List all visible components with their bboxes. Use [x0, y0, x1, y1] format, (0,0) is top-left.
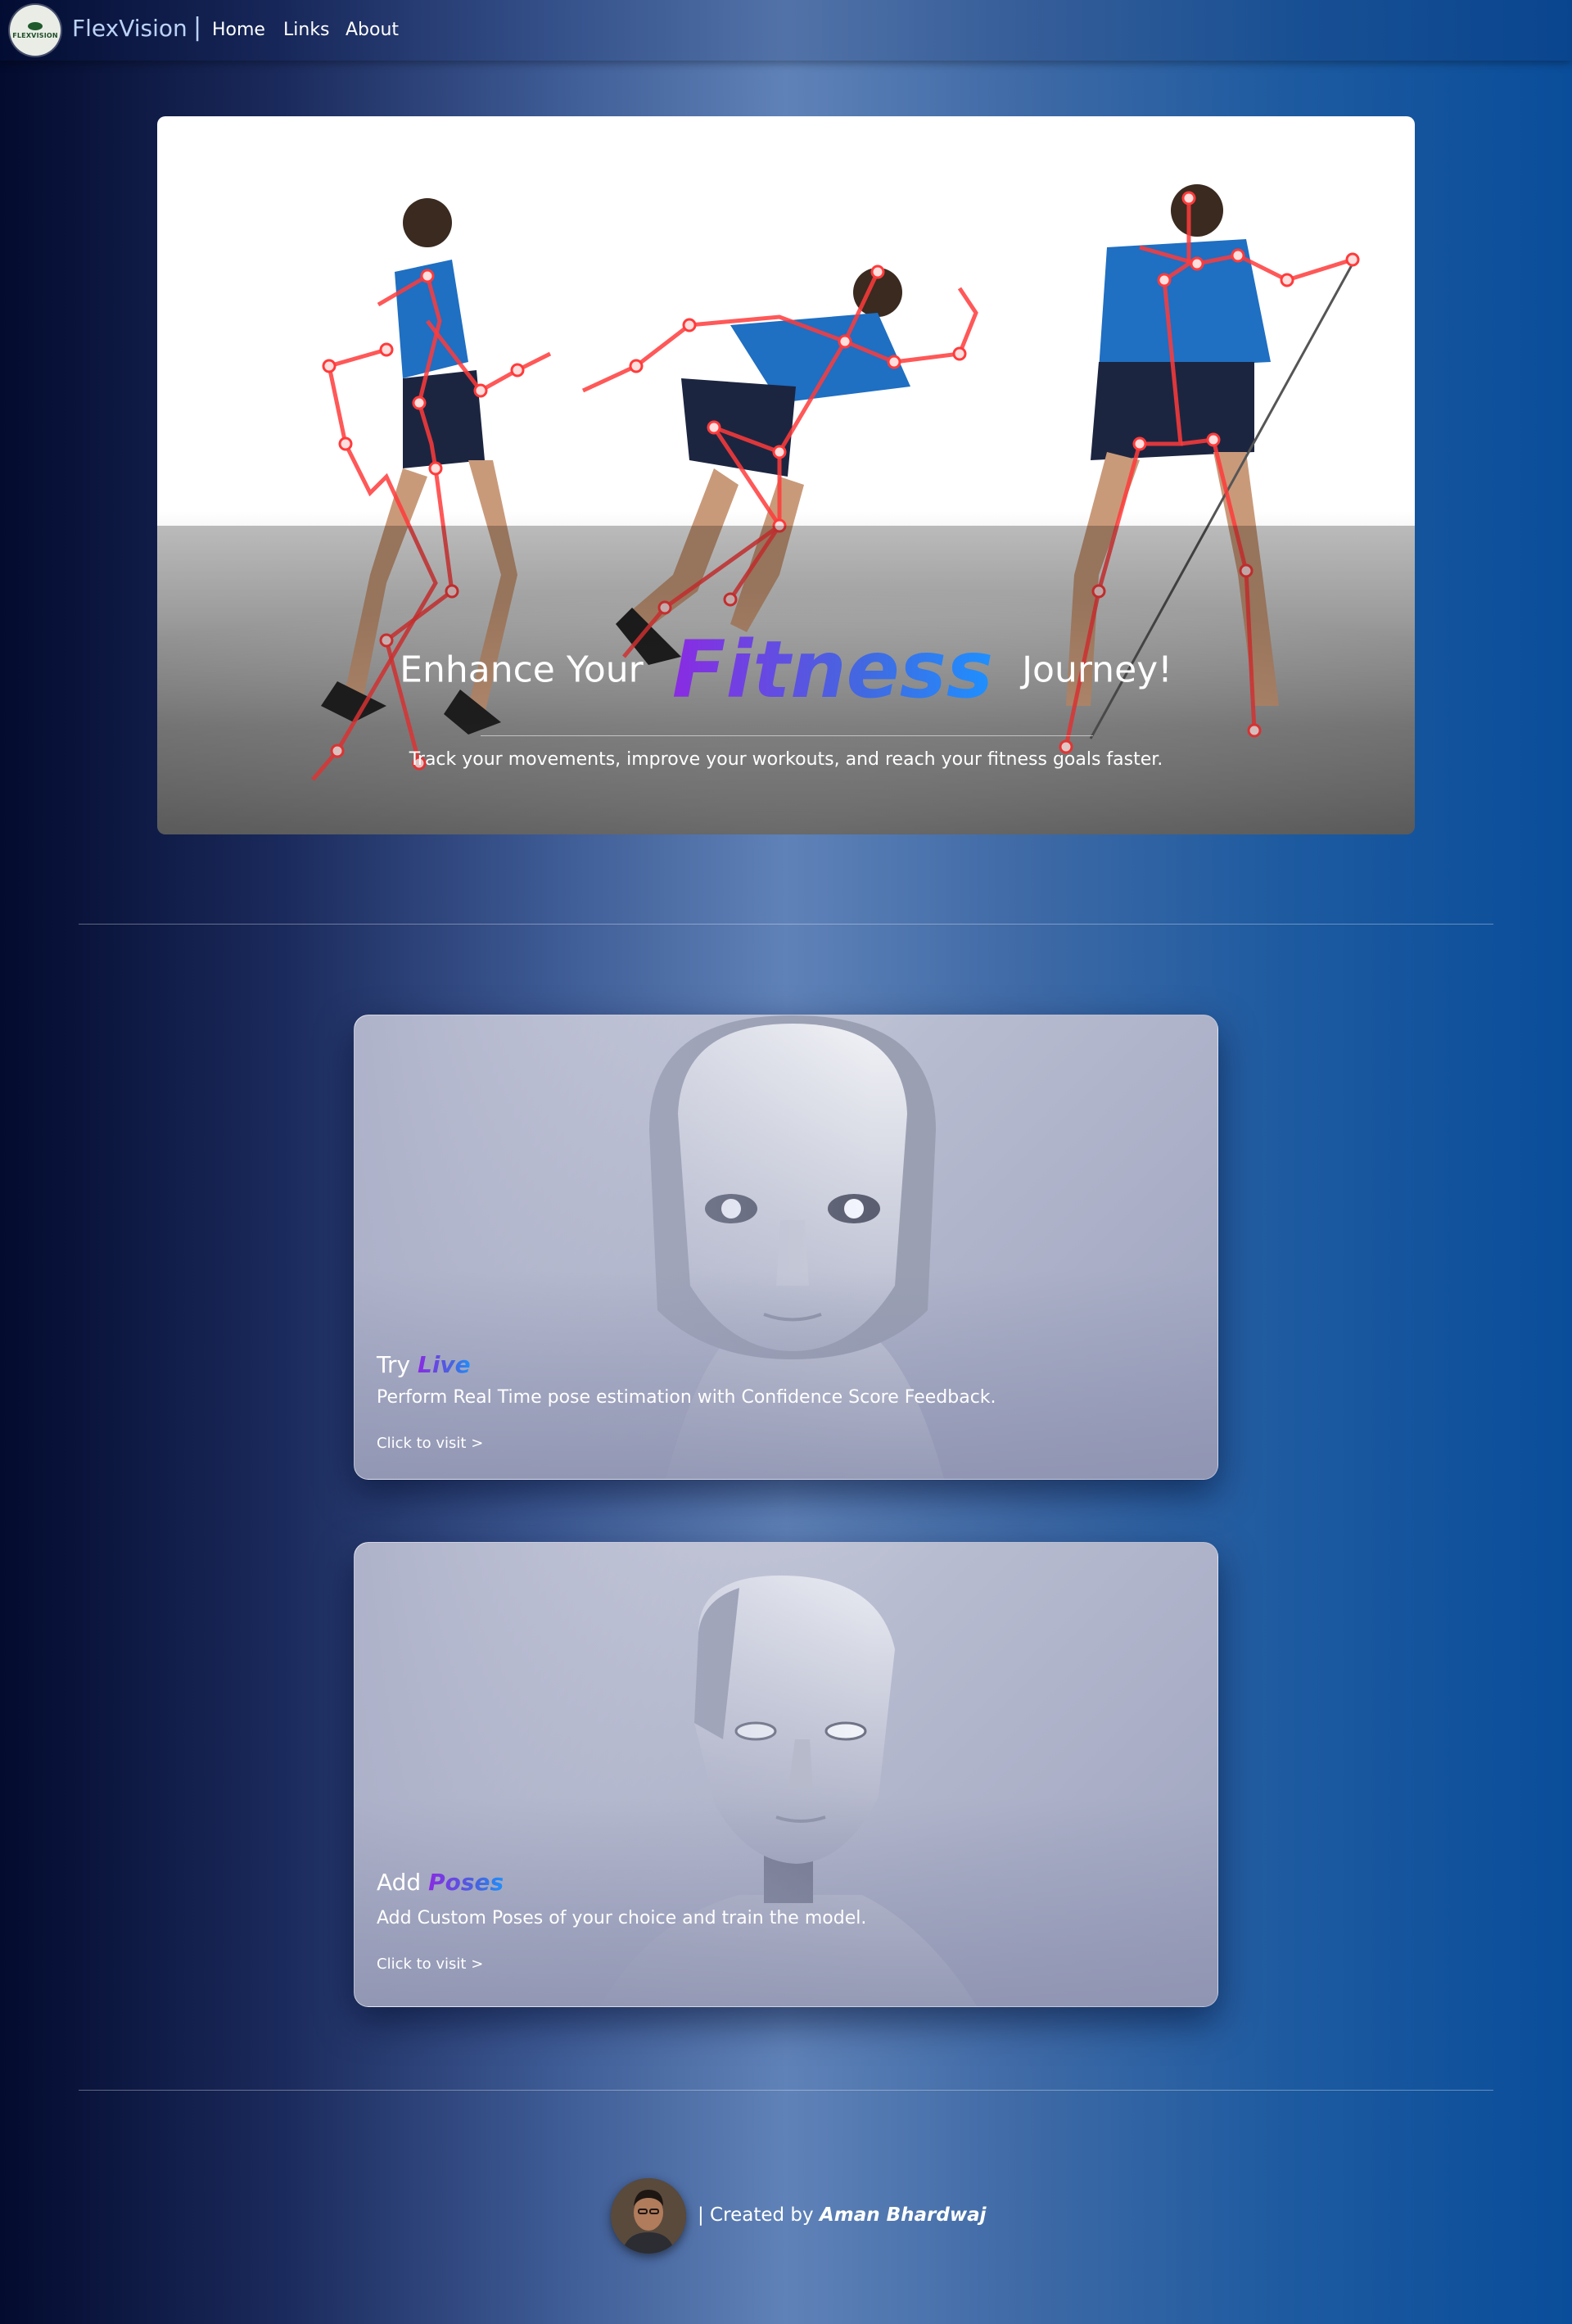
footer-credit: | Created by Aman Bhardwaj — [698, 2204, 986, 2226]
footer-credit-prefix: | Created by — [698, 2204, 814, 2226]
hero-subtitle: Track your movements, improve your worko… — [409, 749, 1163, 770]
logo-text: FLEXVISION — [12, 31, 58, 39]
card-title-accent: Live — [417, 1351, 471, 1378]
try-live-card[interactable]: Try Live Perform Real Time pose estimati… — [354, 1015, 1218, 1480]
card-title-accent: Poses — [428, 1869, 504, 1896]
hero-banner: Enhance Your Fitness Journey! Track your… — [157, 116, 1415, 834]
section-divider — [79, 2090, 1493, 2091]
navbar: FLEXVISION FlexVision | Home Links About — [0, 0, 1572, 61]
brand-name[interactable]: FlexVision — [72, 15, 187, 42]
try-live-visit-link[interactable]: Click to visit > — [377, 1435, 483, 1452]
card-title: Try Live — [377, 1351, 471, 1378]
eye-icon — [28, 21, 43, 30]
nav-link-home[interactable]: Home — [212, 20, 265, 40]
robot-head-image — [355, 1543, 1217, 2006]
athletes-pose-image — [157, 184, 1415, 834]
add-poses-visit-link[interactable]: Click to visit > — [377, 1956, 483, 1973]
hero-title-after: Journey! — [1022, 649, 1172, 691]
robot-face-image — [355, 1015, 1217, 1479]
flexvision-logo-icon[interactable]: FLEXVISION — [10, 5, 61, 56]
nav-link-about[interactable]: About — [346, 20, 399, 40]
add-poses-card[interactable]: Add Poses Add Custom Poses of your choic… — [354, 1542, 1218, 2007]
card-description: Add Custom Poses of your choice and trai… — [377, 1908, 867, 1928]
hero-title-highlight: Fitness — [671, 624, 993, 716]
card-description: Perform Real Time pose estimation with C… — [377, 1387, 996, 1408]
nav-link-links[interactable]: Links — [283, 20, 330, 40]
section-divider — [79, 924, 1493, 925]
hero-title-before: Enhance Your — [400, 649, 644, 691]
card-title: Add Poses — [377, 1869, 504, 1896]
brand-separator: | — [193, 13, 202, 42]
hero-title: Enhance Your Fitness Journey! — [157, 624, 1415, 716]
footer-author-link[interactable]: Aman Bhardwaj — [820, 2204, 987, 2226]
card-title-prefix: Add — [377, 1869, 422, 1896]
card-title-prefix: Try — [377, 1351, 411, 1378]
author-avatar — [611, 2178, 686, 2254]
avatar-portrait-icon — [611, 2178, 686, 2254]
hero-divider — [481, 735, 1093, 736]
